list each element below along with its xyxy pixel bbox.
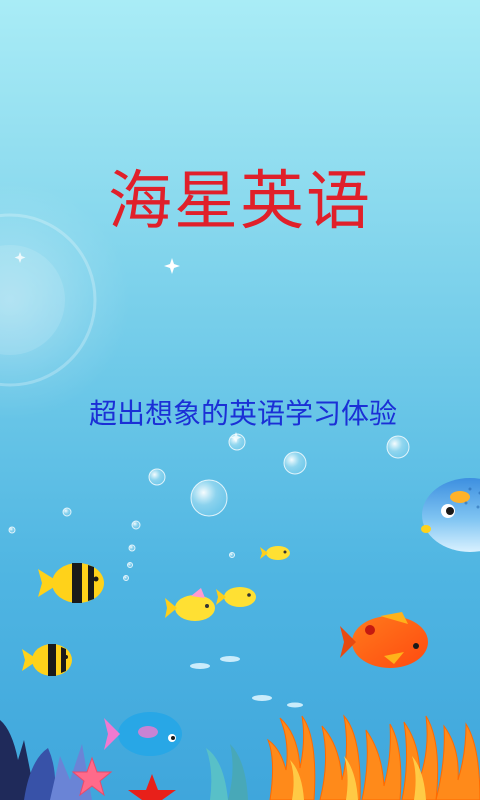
coral-reef: [0, 714, 480, 800]
angelfish: [22, 644, 72, 676]
app-tagline: 超出想象的英语学习体验: [88, 397, 397, 430]
app-title: 海星英语: [108, 165, 372, 239]
splash-screen: 海星英语 超出想象的英语学习体验: [0, 0, 480, 800]
pufferfish: [421, 478, 480, 552]
orange-fish: [340, 612, 428, 668]
yellow-fish: [260, 546, 290, 560]
small-fish-school: [190, 656, 303, 708]
blue-fish: [104, 712, 182, 756]
bubbles: [8, 433, 410, 581]
yellow-fish: [165, 588, 215, 621]
angelfish: [38, 563, 104, 603]
yellow-fish: [216, 587, 256, 607]
